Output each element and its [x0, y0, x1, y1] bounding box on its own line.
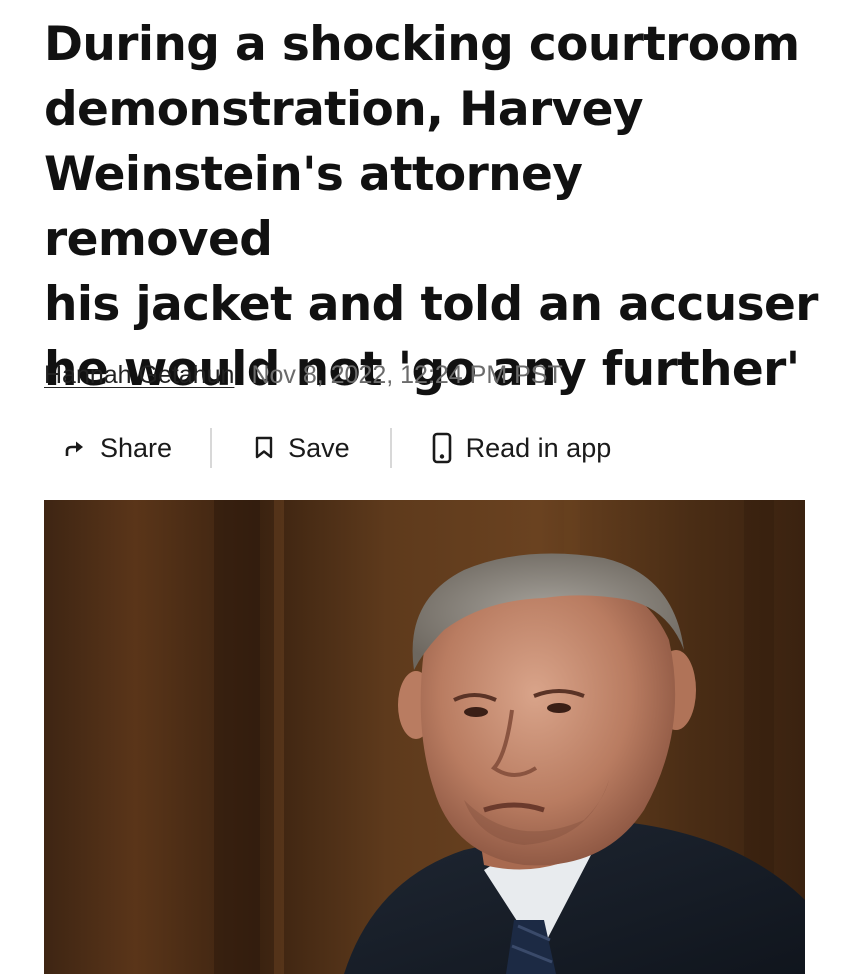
save-label: Save [288, 432, 350, 463]
action-divider [210, 428, 213, 468]
bookmark-icon [254, 436, 274, 460]
action-divider [389, 428, 392, 468]
byline: Hannah Getahun Nov 8, 2022, 12:24 PM PST [44, 358, 563, 392]
article-action-bar: Share Save Read in app [64, 424, 611, 472]
share-arrow-icon [64, 439, 86, 457]
article-headline: During a shocking courtroom demonstratio… [44, 12, 824, 402]
share-label: Share [100, 432, 173, 463]
publish-timestamp: Nov 8, 2022, 12:24 PM PST [251, 360, 563, 389]
headline-line: his jacket and told an accuser [44, 277, 818, 332]
share-button[interactable]: Share [64, 433, 172, 464]
headline-line: During a shocking courtroom [44, 17, 800, 72]
author-link[interactable]: Hannah Getahun [44, 361, 234, 390]
headline-line: demonstration, Harvey [44, 82, 644, 137]
phone-icon [432, 432, 452, 464]
read-in-app-button[interactable]: Read in app [432, 432, 612, 464]
save-button[interactable]: Save [254, 433, 350, 464]
headline-line: Weinstein's attorney removed [44, 147, 583, 267]
article-hero-photo [44, 500, 805, 974]
read-in-app-label: Read in app [465, 432, 612, 463]
